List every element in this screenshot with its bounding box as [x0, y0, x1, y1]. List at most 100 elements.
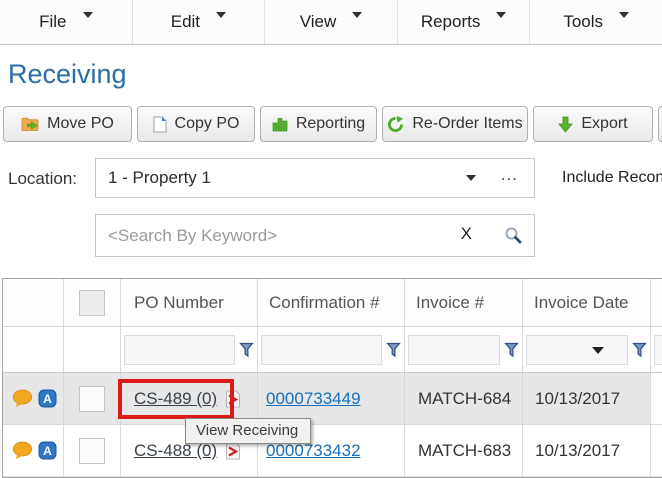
- filter-cutoff: [651, 327, 662, 372]
- export-label: Export: [581, 115, 627, 133]
- location-dropdown[interactable]: 1 - Property 1 ...: [95, 158, 535, 198]
- menu-tools[interactable]: Tools: [530, 0, 662, 44]
- row-indicators: A: [3, 373, 64, 424]
- copy-document-icon: [153, 116, 167, 133]
- search-input[interactable]: [96, 215, 426, 256]
- page-title: Receiving: [8, 59, 127, 90]
- menu-edit-label: Edit: [171, 12, 200, 32]
- filter-select: [64, 327, 121, 372]
- header-confirmation[interactable]: Confirmation #: [258, 279, 405, 326]
- chevron-down-icon: [619, 12, 629, 18]
- invoice-date-cell: 10/13/2017: [523, 373, 651, 424]
- export-button[interactable]: Export: [533, 106, 653, 142]
- table-filter-row: [3, 327, 662, 373]
- header-po-number[interactable]: PO Number: [121, 279, 258, 326]
- reporting-label: Reporting: [296, 115, 365, 133]
- filter-indicators: [3, 327, 64, 372]
- move-po-folder-icon: [21, 116, 39, 132]
- chevron-down-icon: [466, 175, 476, 181]
- header-invoice-date[interactable]: Invoice Date: [523, 279, 651, 326]
- copy-po-button[interactable]: Copy PO: [137, 106, 255, 142]
- reorder-items-button[interactable]: Re-Order Items: [382, 106, 528, 142]
- table-row: A CS-489 (0) 0000733449 MATCH-684 10/13/…: [3, 373, 662, 425]
- view-receiving-doc-icon[interactable]: [222, 389, 242, 409]
- cutoff-filter-input[interactable]: [654, 335, 662, 365]
- move-po-button[interactable]: Move PO: [3, 106, 132, 142]
- filter-confirmation: [258, 327, 405, 372]
- menu-view-label: View: [300, 12, 337, 32]
- funnel-icon[interactable]: [386, 342, 401, 358]
- menu-reports[interactable]: Reports: [398, 0, 531, 44]
- approval-a-badge-icon[interactable]: A: [38, 389, 57, 408]
- header-po-number-label: PO Number: [121, 293, 224, 313]
- header-select-all: [64, 279, 121, 326]
- chevron-down-icon: [216, 12, 226, 18]
- chevron-down-icon: [496, 12, 506, 18]
- toolbar-button-cutoff[interactable]: [658, 106, 662, 142]
- po-number-link[interactable]: CS-489 (0): [134, 389, 217, 409]
- filter-invoice: [405, 327, 523, 372]
- chevron-down-icon: [83, 12, 93, 18]
- header-indicators: [3, 279, 64, 326]
- po-number-filter-input[interactable]: [124, 335, 235, 365]
- row-checkbox[interactable]: [79, 386, 105, 412]
- menu-file[interactable]: File: [0, 0, 133, 44]
- header-invoice-date-label: Invoice Date: [523, 293, 629, 313]
- row-select: [64, 373, 121, 424]
- chevron-down-icon: [352, 12, 362, 18]
- invoice-date-filter-input[interactable]: [526, 335, 628, 365]
- location-value: 1 - Property 1: [108, 159, 211, 197]
- svg-text:A: A: [43, 444, 52, 458]
- menu-reports-label: Reports: [421, 12, 481, 32]
- comment-bubble-icon[interactable]: [12, 389, 33, 408]
- confirmation-link[interactable]: 0000733449: [266, 389, 361, 409]
- location-more-button[interactable]: ...: [501, 165, 518, 185]
- header-invoice[interactable]: Invoice #: [405, 279, 523, 326]
- svg-text:A: A: [43, 392, 52, 406]
- reporting-button[interactable]: Reporting: [260, 106, 377, 142]
- table-header-row: PO Number Confirmation # Invoice # Invoi…: [3, 279, 662, 327]
- row-checkbox[interactable]: [79, 438, 105, 464]
- invoice-date-cell: 10/13/2017: [523, 425, 651, 476]
- download-arrow-icon: [558, 116, 573, 133]
- chevron-down-icon[interactable]: [592, 347, 604, 354]
- funnel-icon[interactable]: [632, 342, 647, 358]
- select-all-checkbox[interactable]: [79, 290, 105, 316]
- menu-view[interactable]: View: [265, 0, 398, 44]
- menu-edit[interactable]: Edit: [133, 0, 266, 44]
- invoice-cell: MATCH-684: [405, 373, 523, 424]
- view-receiving-tooltip: View Receiving: [185, 418, 311, 444]
- receiving-table: PO Number Confirmation # Invoice # Invoi…: [2, 278, 662, 478]
- invoice-cell: MATCH-683: [405, 425, 523, 476]
- header-cutoff: [651, 279, 662, 326]
- po-number-cell: CS-489 (0): [121, 373, 258, 424]
- header-invoice-label: Invoice #: [405, 293, 484, 313]
- location-label: Location:: [8, 169, 77, 189]
- search-clear-button[interactable]: X: [461, 224, 472, 244]
- include-reconciled-label: Include Reconc: [562, 169, 662, 187]
- invoice-filter-input[interactable]: [408, 335, 500, 365]
- menu-file-label: File: [39, 12, 66, 32]
- move-po-label: Move PO: [47, 115, 114, 133]
- menu-tools-label: Tools: [563, 12, 603, 32]
- copy-po-label: Copy PO: [175, 115, 240, 133]
- search-box: X: [95, 214, 535, 257]
- bar-chart-icon: [272, 116, 288, 132]
- menu-bar: File Edit View Reports Tools: [0, 0, 662, 45]
- confirmation-filter-input[interactable]: [261, 335, 382, 365]
- table-row: A CS-488 (0) 0000733432 MATCH-683 10/13/…: [3, 425, 662, 477]
- row-indicators: A: [3, 425, 64, 476]
- reorder-items-label: Re-Order Items: [412, 115, 522, 133]
- filter-po-number: [121, 327, 258, 372]
- row-select: [64, 425, 121, 476]
- cutoff-cell: [651, 373, 662, 424]
- confirmation-cell: 0000733449: [258, 373, 405, 424]
- header-confirmation-label: Confirmation #: [258, 293, 380, 313]
- search-icon[interactable]: [504, 226, 522, 249]
- funnel-icon[interactable]: [239, 342, 254, 358]
- cutoff-cell: [651, 425, 662, 476]
- funnel-icon[interactable]: [504, 342, 519, 358]
- comment-bubble-icon[interactable]: [12, 441, 33, 460]
- filter-invoice-date: [523, 327, 651, 372]
- approval-a-badge-icon[interactable]: A: [38, 441, 57, 460]
